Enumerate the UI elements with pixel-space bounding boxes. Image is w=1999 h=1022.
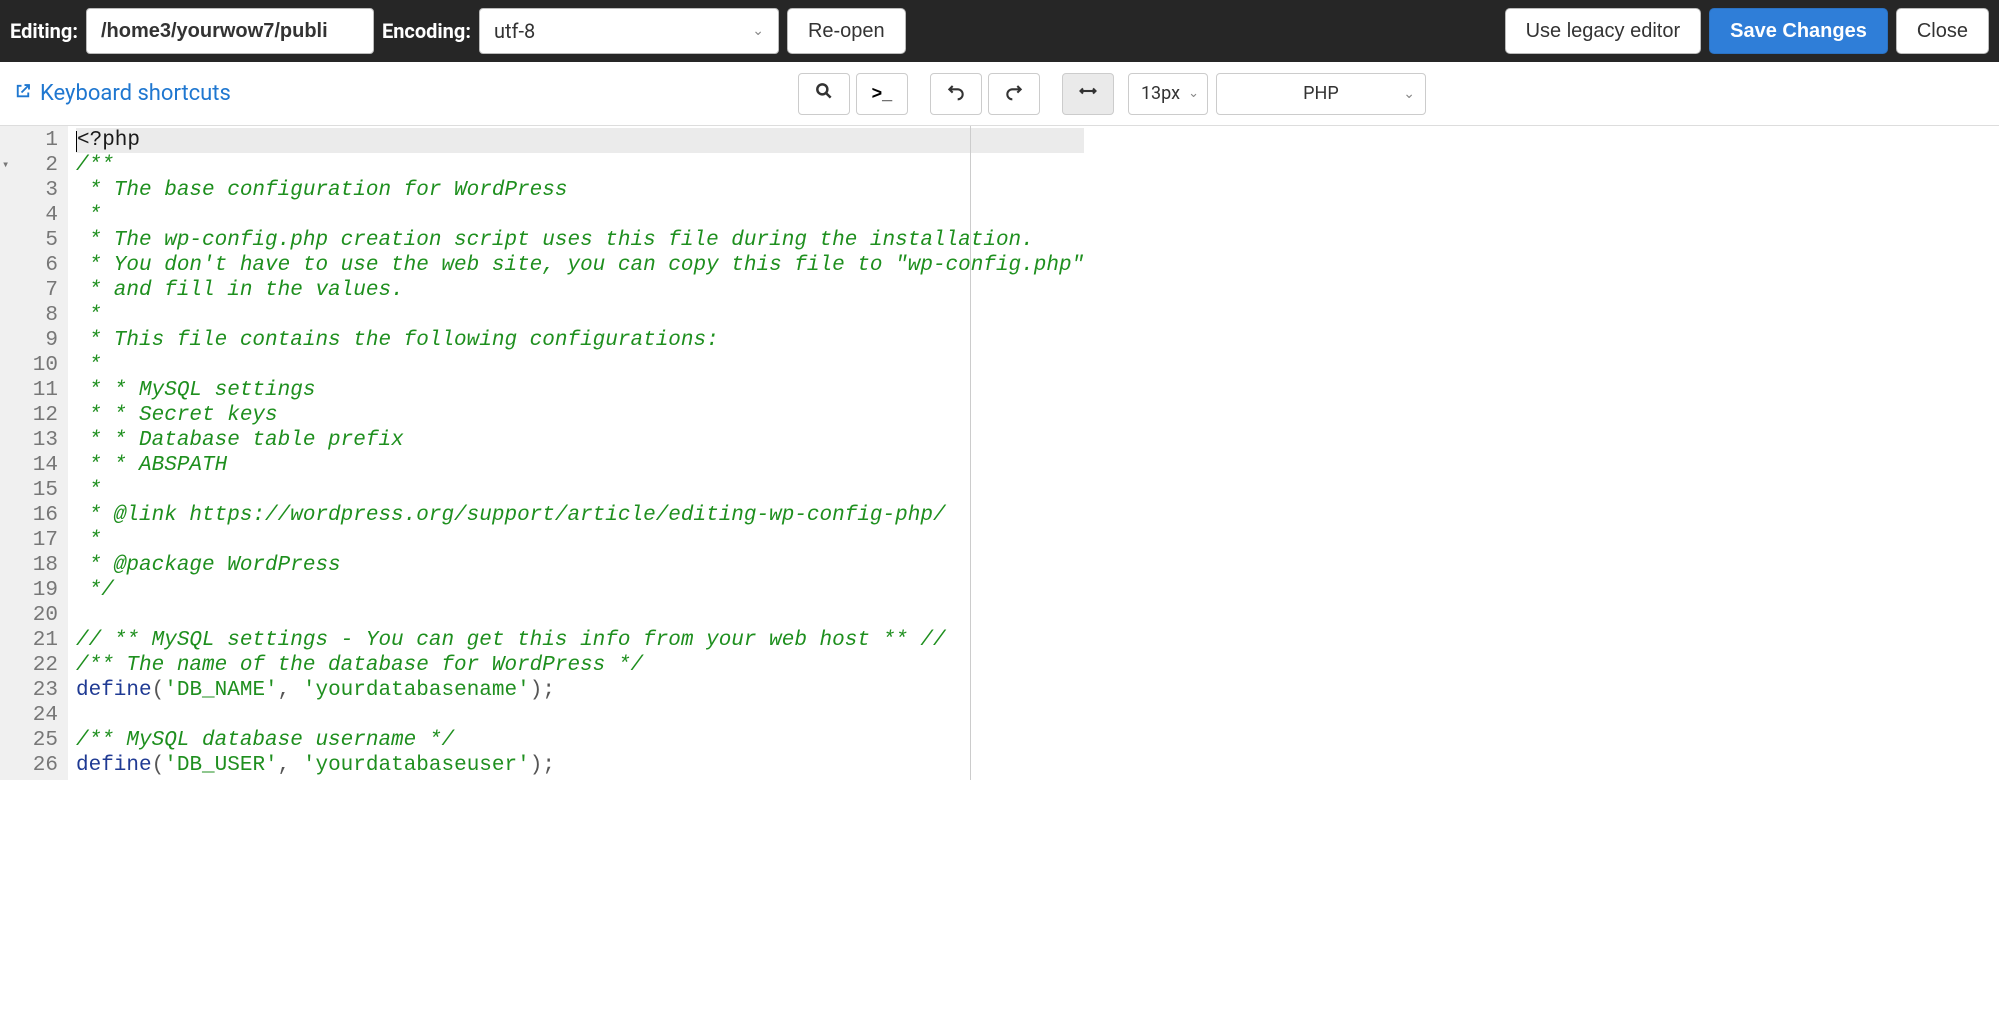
line-number: 6 xyxy=(14,253,58,278)
line-number: 19 xyxy=(14,578,58,603)
code-editor[interactable]: 1234567891011121314151617181920212223242… xyxy=(0,126,1999,780)
code-line[interactable]: * @package WordPress xyxy=(76,553,1084,578)
code-line[interactable]: /** The name of the database for WordPre… xyxy=(76,653,1084,678)
keyboard-shortcuts-link[interactable]: Keyboard shortcuts xyxy=(14,81,231,106)
code-line[interactable]: * The wp-config.php creation script uses… xyxy=(76,228,1084,253)
code-line[interactable]: * * ABSPATH xyxy=(76,453,1084,478)
line-number: 16 xyxy=(14,503,58,528)
arrows-horizontal-icon xyxy=(1078,81,1098,106)
save-changes-button[interactable]: Save Changes xyxy=(1709,8,1888,54)
line-number: 21 xyxy=(14,628,58,653)
line-number: 22 xyxy=(14,653,58,678)
encoding-group: Encoding: utf-8 ⌄ xyxy=(382,8,779,54)
chevron-down-icon: ⌄ xyxy=(1188,86,1199,101)
language-value: PHP xyxy=(1303,83,1339,104)
line-number: 3 xyxy=(14,178,58,203)
line-number: 20 xyxy=(14,603,58,628)
terminal-button[interactable]: >_ xyxy=(856,73,908,115)
code-line[interactable]: define('DB_NAME', 'yourdatabasename'); xyxy=(76,678,1084,703)
code-line[interactable]: /** xyxy=(76,153,1084,178)
redo-icon xyxy=(1004,81,1024,106)
code-line[interactable]: * and fill in the values. xyxy=(76,278,1084,303)
font-size-select[interactable]: 13px ⌄ xyxy=(1128,73,1208,115)
line-number: 12 xyxy=(14,403,58,428)
reopen-button[interactable]: Re-open xyxy=(787,8,906,54)
line-number: 8 xyxy=(14,303,58,328)
code-line[interactable]: * xyxy=(76,528,1084,553)
code-line[interactable] xyxy=(76,603,1084,628)
line-number: 17 xyxy=(14,528,58,553)
code-line[interactable]: /** MySQL database username */ xyxy=(76,728,1084,753)
code-line[interactable] xyxy=(76,703,1084,728)
search-icon xyxy=(814,81,834,106)
line-number: 25 xyxy=(14,728,58,753)
editor-toolbar: Keyboard shortcuts >_ 13px ⌄ xyxy=(0,62,1999,126)
code-line[interactable]: */ xyxy=(76,578,1084,603)
encoding-value: utf-8 xyxy=(494,19,535,43)
font-size-value: 13px xyxy=(1141,83,1180,104)
code-line[interactable]: * * Secret keys xyxy=(76,403,1084,428)
code-line[interactable]: * You don't have to use the web site, yo… xyxy=(76,253,1084,278)
terminal-icon: >_ xyxy=(872,83,893,104)
code-line[interactable]: * @link https://wordpress.org/support/ar… xyxy=(76,503,1084,528)
line-number: 9 xyxy=(14,328,58,353)
line-gutter: 1234567891011121314151617181920212223242… xyxy=(0,126,68,780)
wrap-toggle-button[interactable] xyxy=(1062,73,1114,115)
code-line[interactable]: * * MySQL settings xyxy=(76,378,1084,403)
code-line[interactable]: * xyxy=(76,478,1084,503)
line-number: 7 xyxy=(14,278,58,303)
code-line[interactable]: * * Database table prefix xyxy=(76,428,1084,453)
undo-icon xyxy=(946,81,966,106)
chevron-down-icon: ⌄ xyxy=(1403,86,1415,102)
search-button[interactable] xyxy=(798,73,850,115)
code-line[interactable]: * xyxy=(76,303,1084,328)
line-number: 14 xyxy=(14,453,58,478)
search-terminal-group: >_ xyxy=(798,73,908,115)
line-number: 11 xyxy=(14,378,58,403)
line-number: 2 xyxy=(14,153,58,178)
line-number: 15 xyxy=(14,478,58,503)
editing-label: Editing: xyxy=(10,19,78,43)
undo-button[interactable] xyxy=(930,73,982,115)
print-margin xyxy=(970,126,971,780)
line-number: 4 xyxy=(14,203,58,228)
line-number: 24 xyxy=(14,703,58,728)
external-link-icon xyxy=(14,81,32,106)
line-number: 26 xyxy=(14,753,58,778)
editing-group: Editing: xyxy=(10,8,374,54)
redo-button[interactable] xyxy=(988,73,1040,115)
undo-redo-group xyxy=(930,73,1040,115)
code-line[interactable]: // ** MySQL settings - You can get this … xyxy=(76,628,1084,653)
line-number: 18 xyxy=(14,553,58,578)
editor-header: Editing: Encoding: utf-8 ⌄ Re-open Use l… xyxy=(0,0,1999,62)
code-line[interactable]: * xyxy=(76,353,1084,378)
line-number: 1 xyxy=(14,128,58,153)
legacy-editor-button[interactable]: Use legacy editor xyxy=(1505,8,1702,54)
code-line[interactable]: <?php xyxy=(76,128,1084,153)
code-line[interactable]: * The base configuration for WordPress xyxy=(76,178,1084,203)
keyboard-shortcuts-label: Keyboard shortcuts xyxy=(40,81,231,106)
line-number: 13 xyxy=(14,428,58,453)
line-number: 5 xyxy=(14,228,58,253)
editing-path-input[interactable] xyxy=(86,8,374,54)
line-number: 23 xyxy=(14,678,58,703)
encoding-label: Encoding: xyxy=(382,19,471,43)
line-number: 10 xyxy=(14,353,58,378)
chevron-down-icon: ⌄ xyxy=(752,23,764,39)
code-content[interactable]: <?php/** * The base configuration for Wo… xyxy=(68,126,1084,780)
close-button[interactable]: Close xyxy=(1896,8,1989,54)
language-select[interactable]: PHP ⌄ xyxy=(1216,73,1426,115)
encoding-select[interactable]: utf-8 ⌄ xyxy=(479,8,779,54)
code-line[interactable]: * This file contains the following confi… xyxy=(76,328,1084,353)
code-line[interactable]: * xyxy=(76,203,1084,228)
code-line[interactable]: define('DB_USER', 'yourdatabaseuser'); xyxy=(76,753,1084,778)
